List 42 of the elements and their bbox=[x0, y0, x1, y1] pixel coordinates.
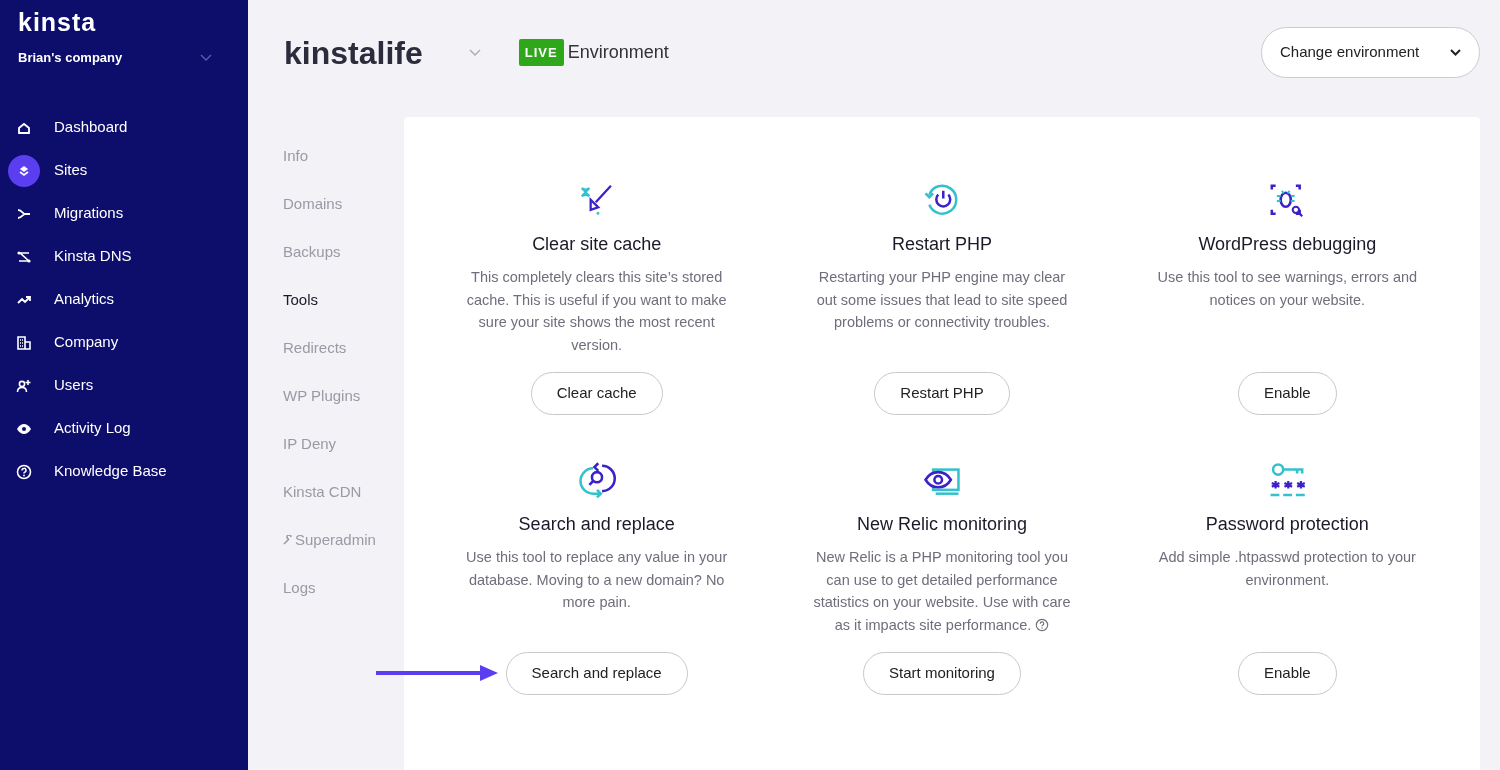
nav-item[interactable]: Sites bbox=[8, 154, 248, 187]
tool-button[interactable]: Clear cache bbox=[530, 372, 663, 415]
nav-item[interactable]: Users bbox=[8, 369, 248, 402]
logo[interactable]: kinsta bbox=[18, 8, 230, 36]
tool-button[interactable]: Enable bbox=[1237, 652, 1337, 695]
tool-title: Search and replace bbox=[518, 513, 675, 536]
live-badge: LIVE bbox=[518, 38, 564, 67]
tool-title: WordPress debugging bbox=[1198, 233, 1377, 256]
change-environment-button[interactable]: Change environment bbox=[1261, 27, 1480, 78]
tool-description: Add simple .htpasswd protection to your environment. bbox=[1157, 548, 1417, 590]
nav-item[interactable]: Activity Log bbox=[8, 412, 248, 445]
tool-button[interactable]: Enable bbox=[1237, 372, 1337, 415]
subnav-item[interactable]: Tools bbox=[283, 289, 404, 311]
tool-button[interactable]: Restart PHP bbox=[874, 372, 1010, 415]
nav-item[interactable]: Dashboard bbox=[8, 111, 248, 144]
tool-title: Restart PHP bbox=[891, 233, 992, 256]
tool-description: Use this tool to see warnings, errors and notices on your website. bbox=[1156, 268, 1419, 310]
tool-description: This completely clears this site’s stored cache. This is useful if you want to make sure your site shows the most recent version. bbox=[465, 268, 728, 355]
tool-description: Use this tool to replace any value in your database. Moving to a new domain? No more pain. bbox=[465, 548, 729, 612]
tool-description: Restarting your PHP engine may clear out some issues that lead to site speed problems or connectivity troubles. bbox=[815, 268, 1069, 332]
tool-title: Password protection bbox=[1205, 513, 1369, 536]
nav-item[interactable]: Analytics bbox=[8, 283, 248, 316]
company-name[interactable]: Brian's company bbox=[18, 48, 123, 68]
tool-title: Clear site cache bbox=[532, 233, 662, 256]
help-icon bbox=[16, 463, 32, 480]
site-name: kinstalife bbox=[284, 33, 423, 73]
environment-label: Environment bbox=[567, 41, 669, 64]
chevron-down-icon bbox=[1450, 49, 1461, 56]
search-replace-icon bbox=[577, 462, 616, 500]
nav-item[interactable]: Knowledge Base bbox=[8, 455, 248, 488]
chevron-down-icon[interactable] bbox=[200, 53, 212, 62]
nav-item[interactable]: Kinsta DNS bbox=[8, 240, 248, 273]
tool-title: New Relic monitoring bbox=[856, 513, 1027, 536]
nav-item[interactable]: Migrations bbox=[8, 197, 248, 230]
help-icon[interactable] bbox=[1035, 617, 1050, 632]
tool-button[interactable]: Start monitoring bbox=[863, 652, 1021, 695]
building-icon bbox=[16, 334, 32, 351]
tool-button[interactable]: Search and replace bbox=[505, 652, 688, 695]
chevron-down-icon[interactable] bbox=[468, 48, 481, 57]
tool-description: New Relic is a PHP monitoring tool you can use to get detailed performance statistics on your website. Use with care as it impacts site performance. bbox=[812, 548, 1072, 635]
user-plus-icon bbox=[16, 377, 32, 394]
nav-item[interactable]: Company bbox=[8, 326, 248, 359]
